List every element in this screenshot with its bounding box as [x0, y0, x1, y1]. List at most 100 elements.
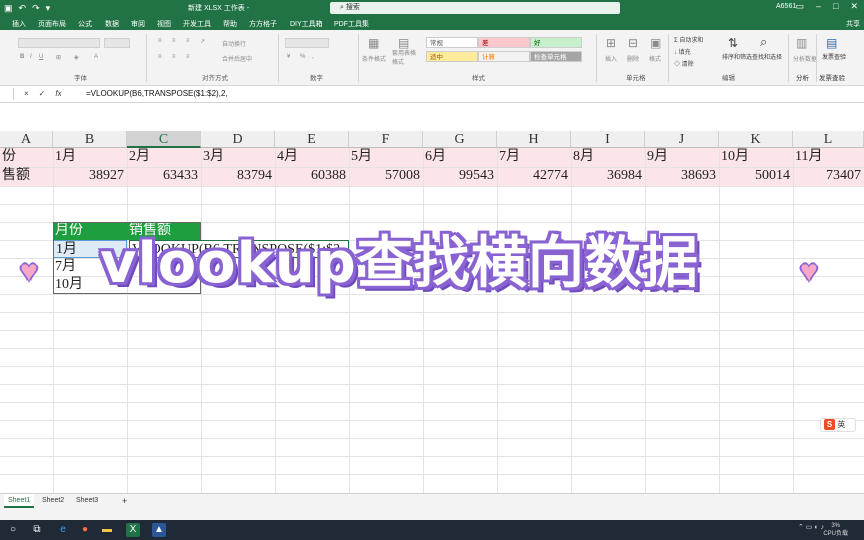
column-header-e[interactable]: E [275, 131, 349, 148]
cell-i2[interactable]: 36984 [571, 167, 645, 185]
ribbon-display-icon[interactable]: ▭ [795, 1, 804, 12]
redo-icon[interactable]: ↷ [32, 2, 40, 14]
minimize-icon[interactable]: – [816, 1, 821, 12]
column-header-f[interactable]: F [349, 131, 423, 148]
cell-a2[interactable]: 售额 [0, 167, 53, 185]
column-header-a[interactable]: A [0, 131, 53, 148]
tab-help[interactable]: 帮助 [223, 19, 237, 29]
style-normal[interactable]: 常规 [426, 37, 478, 48]
name-box[interactable] [0, 88, 14, 100]
format-cells-icon[interactable]: ▣ [650, 36, 661, 50]
column-header-g[interactable]: G [423, 131, 497, 148]
cell-l2[interactable]: 73407 [793, 167, 864, 185]
add-sheet-button[interactable]: + [118, 494, 131, 508]
analyze-data-icon[interactable]: ▥ [796, 36, 807, 50]
font-color-icon[interactable]: A [94, 54, 98, 60]
find-select-button[interactable]: 查找和选择 [752, 52, 782, 61]
cell-k2[interactable]: 50014 [719, 167, 793, 185]
sheet-tab-2[interactable]: Sheet2 [38, 494, 68, 508]
invoice-check-button[interactable]: 发票查验 [822, 52, 846, 61]
cell-b2[interactable]: 38927 [53, 167, 127, 185]
cell-e2[interactable]: 60388 [275, 167, 349, 185]
excel-icon[interactable]: X [126, 523, 140, 537]
sort-filter-button[interactable]: 排序和筛选 [722, 52, 752, 61]
column-header-l[interactable]: L [793, 131, 864, 148]
align-middle-icon[interactable]: ≡ [172, 38, 176, 44]
insert-cells-button[interactable]: 插入 [605, 54, 617, 63]
cell-d2[interactable]: 83794 [201, 167, 275, 185]
column-header-c[interactable]: C [127, 131, 201, 148]
cell-g1[interactable]: 6月 [423, 148, 497, 166]
cell-i1[interactable]: 8月 [571, 148, 645, 166]
column-header-b[interactable]: B [53, 131, 127, 148]
find-select-icon[interactable]: ⌕ [760, 34, 767, 50]
number-format-select[interactable] [285, 38, 329, 48]
cpu-indicator[interactable]: 3% CPU负载 [823, 522, 848, 538]
insert-cells-icon[interactable]: ⊞ [606, 36, 616, 50]
cell-j1[interactable]: 9月 [645, 148, 719, 166]
clear-button[interactable]: ◇ 清除 [674, 59, 694, 68]
tab-formulas[interactable]: 公式 [78, 19, 92, 29]
column-header-i[interactable]: I [571, 131, 645, 148]
enter-icon[interactable]: ✓ [39, 89, 46, 98]
align-center-icon[interactable]: ≡ [172, 54, 176, 60]
align-right-icon[interactable]: ≡ [186, 54, 190, 60]
cell-d1[interactable]: 3月 [201, 148, 275, 166]
cell-k1[interactable]: 10月 [719, 148, 793, 166]
search-icon[interactable]: ○ [6, 523, 20, 537]
customize-qat-icon[interactable]: ▾ [46, 2, 51, 14]
bold-icon[interactable]: B [20, 54, 24, 60]
cell-g2[interactable]: 99543 [423, 167, 497, 185]
sheet-tab-3[interactable]: Sheet3 [72, 494, 102, 508]
edge-icon[interactable]: e [56, 523, 70, 537]
merge-center-button[interactable]: 合并后居中 [222, 54, 252, 63]
cancel-icon[interactable]: × [24, 89, 29, 98]
currency-icon[interactable]: ¥ [287, 54, 290, 60]
undo-icon[interactable]: ↶ [19, 2, 27, 14]
invoice-check-icon[interactable]: ▤ [826, 36, 837, 50]
delete-cells-button[interactable]: 删除 [627, 54, 639, 63]
cell-h2[interactable]: 42774 [497, 167, 571, 185]
column-header-d[interactable]: D [201, 131, 275, 148]
column-header-k[interactable]: K [719, 131, 793, 148]
comma-icon[interactable]: , [312, 54, 314, 60]
cell-c2[interactable]: 63433 [127, 167, 201, 185]
font-size-select[interactable] [104, 38, 130, 48]
fill-color-icon[interactable]: ◈ [74, 54, 79, 61]
cell-l1[interactable]: 11月 [793, 148, 864, 166]
save-icon[interactable]: ▣ [4, 2, 13, 14]
cell-h1[interactable]: 7月 [497, 148, 571, 166]
tab-pdf-tools[interactable]: PDF工具集 [334, 19, 369, 29]
tab-page-layout[interactable]: 页面布局 [38, 19, 66, 29]
task-view-icon[interactable]: ⧉ [30, 523, 44, 537]
format-as-table-button[interactable]: 套用表格格式 [392, 48, 420, 66]
style-bad[interactable]: 差 [478, 37, 530, 48]
close-icon[interactable]: ✕ [850, 1, 858, 12]
sort-filter-icon[interactable]: ⇅ [728, 36, 738, 50]
align-bottom-icon[interactable]: ≡ [186, 38, 190, 44]
delete-cells-icon[interactable]: ⊟ [628, 36, 638, 50]
firefox-icon[interactable]: ● [78, 523, 92, 537]
maximize-icon[interactable]: □ [833, 1, 838, 12]
ime-indicator[interactable]: S 英 [820, 418, 856, 432]
tab-developer[interactable]: 开发工具 [183, 19, 211, 29]
font-family-select[interactable] [18, 38, 100, 48]
wrap-text-button[interactable]: 自动换行 [222, 39, 246, 48]
cell-a1[interactable]: 份 [0, 148, 53, 166]
align-left-icon[interactable]: ≡ [158, 54, 162, 60]
cell-c1[interactable]: 2月 [127, 148, 201, 166]
tab-insert[interactable]: 插入 [12, 19, 26, 29]
formula-input[interactable]: =VLOOKUP(B6,TRANSPOSE($1:$2),2, [86, 89, 228, 98]
conditional-format-icon[interactable]: ▦ [368, 36, 379, 50]
autosum-button[interactable]: Σ 自动求和 [674, 35, 703, 44]
style-neutral[interactable]: 适中 [426, 51, 478, 62]
fill-button[interactable]: ↓ 填充 [674, 47, 691, 56]
tab-data[interactable]: 数据 [105, 19, 119, 29]
tab-view[interactable]: 视图 [157, 19, 171, 29]
search-box[interactable]: ⌕ 搜索 [330, 2, 620, 14]
border-icon[interactable]: ⊞ [56, 54, 61, 61]
align-top-icon[interactable]: ≡ [158, 38, 162, 44]
system-tray[interactable]: ⌃ ▭ ◐ ♪ [798, 523, 824, 531]
cell-j2[interactable]: 38693 [645, 167, 719, 185]
tab-review[interactable]: 审阅 [131, 19, 145, 29]
